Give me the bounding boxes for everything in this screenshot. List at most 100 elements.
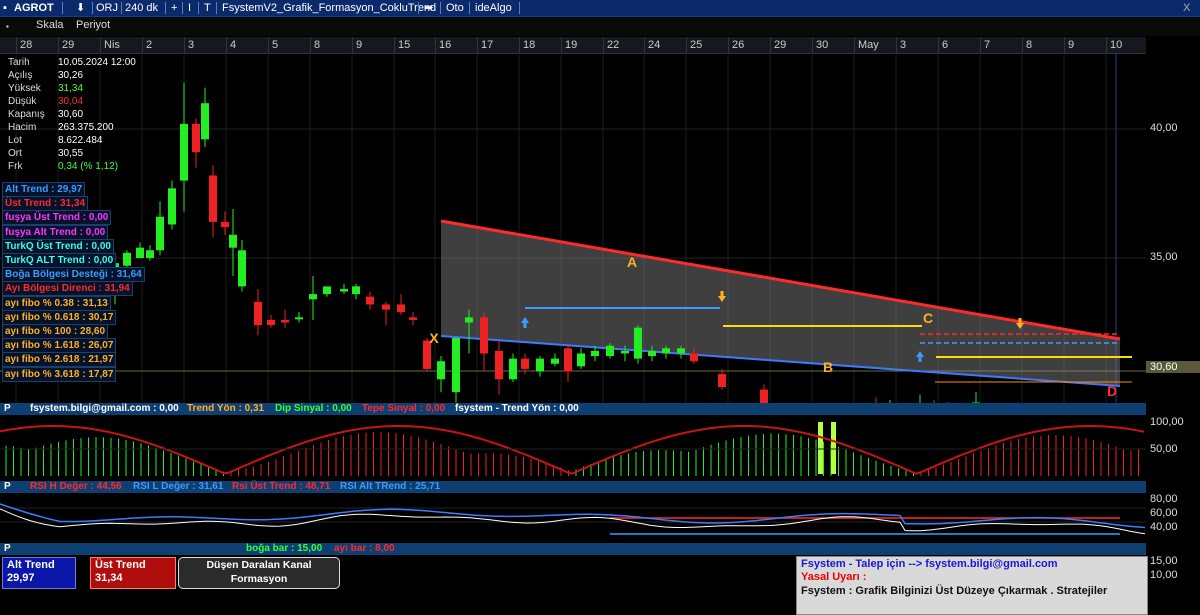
candle-body — [677, 348, 685, 354]
panel-readout: ayı bar : 8,00 — [334, 543, 395, 554]
panel1-axis-100: 100,00 — [1150, 416, 1184, 428]
indicator-readout: Üst Trend : 31,34 — [2, 196, 89, 212]
panel-readout: Rsi Üst Trend : 48,71 — [232, 481, 331, 492]
candle-body — [577, 353, 585, 367]
indicator-readout: ayı fibo % 3.618 : 17,87 — [2, 366, 117, 382]
date-label: 25 — [690, 39, 703, 51]
panel1-header: Pfsystem.bilgi@gmail.com : 0,00 Trend Yön… — [0, 403, 1146, 415]
candle-body — [536, 358, 544, 372]
pattern-label-a: A — [627, 254, 637, 270]
pattern-label-x: X — [429, 330, 439, 346]
panel2-axis-40: 40,00 — [1150, 521, 1178, 533]
date-label: 28 — [20, 39, 33, 51]
info-label: Açılış — [8, 70, 33, 81]
menu-bar: ▪ Skala Periyot — [0, 17, 1200, 36]
notice-line-3: Fsystem : Grafik Bilginizi Üst Düzeye Çı… — [801, 585, 1108, 597]
indicator-readout: ayı fibo % 1.618 : 26,07 — [2, 338, 117, 354]
date-label: 3 — [188, 39, 195, 51]
info-value: 8.622.484 — [58, 135, 103, 146]
info-value: 10.05.2024 12:00 — [58, 57, 136, 68]
panel3-axis-15: 15,00 — [1150, 555, 1178, 567]
candle-body — [221, 221, 229, 228]
candle-body — [180, 123, 188, 181]
panel-readout: Tepe Sinyal : 0,00 — [362, 403, 446, 414]
notice-box: Fsystem - Talep için --> fsystem.bilgi@g… — [796, 556, 1148, 615]
ust-trend-value: 31,34 — [95, 572, 123, 584]
date-label: 10 — [1110, 39, 1123, 51]
panel2-axis-60: 60,00 — [1150, 507, 1178, 519]
candle-body — [452, 337, 460, 393]
pattern-name-button[interactable]: Düşen Daralan Kanal Formasyon — [178, 557, 340, 589]
candle-body — [309, 294, 317, 300]
candle-body — [760, 389, 768, 403]
period-label[interactable]: 240 dk — [125, 1, 158, 15]
panel2-header: P RSI H Değer : 44,56 RSI L Değer : 31,61 R… — [0, 481, 1146, 493]
source-label[interactable]: ORJ — [96, 1, 118, 15]
signal-arrow-icon — [523, 323, 527, 328]
axis-label-35: 35,00 — [1150, 251, 1178, 263]
candle-body — [662, 348, 670, 354]
indicator-readout: ayı fibo % 2.618 : 21,97 — [2, 352, 117, 368]
panel-tag[interactable]: P — [4, 543, 11, 555]
candle-body — [352, 286, 360, 295]
alt-trend-label: Alt Trend — [7, 559, 55, 571]
panel3-axis-10: 10,00 — [1150, 569, 1178, 581]
notice-line-2: Yasal Uyarı : — [801, 571, 867, 583]
date-label: Nis — [104, 39, 120, 51]
symbol-label[interactable]: AGROT — [14, 1, 54, 15]
menu-icon[interactable]: ▪ — [6, 22, 9, 31]
date-label: 9 — [1068, 39, 1075, 51]
panel-readout: RSI Alt TRend : 25,71 — [340, 481, 441, 492]
template-name[interactable]: FsystemV2_Grafik_Formasyon_CokluTrend — [222, 1, 436, 15]
trend-oscillator-panel[interactable] — [0, 416, 1146, 480]
info-label: Lot — [8, 135, 22, 146]
menu-scale[interactable]: Skala — [36, 19, 64, 31]
signal-arrow-icon — [1018, 318, 1022, 323]
rsi-panel[interactable] — [0, 494, 1146, 542]
candle-body — [323, 286, 331, 295]
download-icon[interactable]: ⬇ — [76, 1, 85, 15]
arrow-right-icon[interactable]: ➡ — [424, 1, 433, 15]
date-label: 29 — [774, 39, 787, 51]
mode-label[interactable]: Oto — [446, 1, 464, 15]
ohlc-info-box: Tarih 10.05.2024 12:00 Açılış 30,26 Yüksek 31… — [2, 57, 152, 177]
candle-body — [192, 123, 200, 153]
notice-line-1: Fsystem - Talep için --> fsystem.bilgi@g… — [801, 558, 1058, 570]
engine-label[interactable]: ideAlgo — [475, 1, 512, 15]
candle-body — [295, 317, 303, 320]
menu-period[interactable]: Periyot — [76, 19, 110, 31]
candle-body — [238, 250, 246, 287]
indicator-readout: Alt Trend : 29,97 — [2, 182, 86, 197]
panel-readout: fsystem - Trend Yön : 0,00 — [455, 403, 579, 414]
signal-spike — [818, 422, 823, 474]
date-label: 8 — [1026, 39, 1033, 51]
close-icon[interactable]: X — [1183, 1, 1190, 15]
candle-body — [201, 103, 209, 140]
template-icon[interactable]: T — [204, 1, 211, 15]
indicator-readout: TurkQ ALT Trend : 0,00 — [2, 253, 117, 268]
info-value: 0,34 (% 1,12) — [58, 161, 119, 172]
info-label: Hacim — [8, 122, 37, 133]
cursor-icon[interactable]: I — [188, 1, 191, 15]
candle-body — [366, 296, 374, 305]
pattern-label-b: B — [823, 359, 833, 375]
candle-body — [437, 361, 445, 380]
title-bar: ▪ AGROT ⬇ ORJ 240 dk + I T FsystemV2_Gra… — [0, 0, 1200, 17]
date-label: 8 — [314, 39, 321, 51]
candle-body — [281, 319, 289, 323]
indicator-readout: TurkQ Üst Trend : 0,00 — [2, 238, 114, 254]
candle-body — [606, 345, 614, 357]
candle-body — [718, 374, 726, 387]
date-label: 16 — [439, 39, 452, 51]
candle-body — [382, 304, 390, 310]
date-axis: 28 29 Nis 2 3 4 5 8 9 15 16 17 18 19 22 24 25 26 29 30 May 3 6… — [0, 37, 1146, 54]
right-axis: 40,00 35,00 30,60 100,00 50,00 80,00 60,… — [1146, 53, 1200, 593]
pattern-label-c: C — [923, 310, 933, 326]
date-label: 2 — [146, 39, 153, 51]
date-label: 24 — [648, 39, 661, 51]
panel-tag[interactable]: P — [4, 403, 11, 415]
candle-body — [209, 175, 217, 222]
panel-tag[interactable]: P — [4, 481, 11, 493]
plus-icon[interactable]: + — [171, 1, 177, 15]
window-icon: ▪ — [3, 2, 7, 14]
